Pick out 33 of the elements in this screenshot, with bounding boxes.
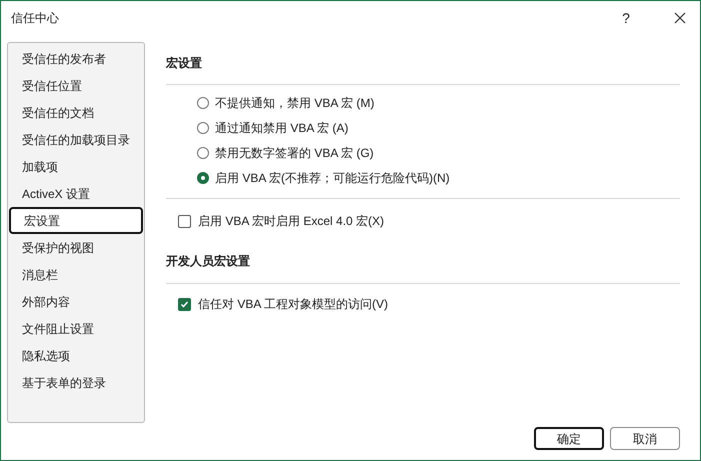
window-title: 信任中心	[11, 10, 60, 27]
sidebar-item[interactable]: 受信任的发布者	[9, 45, 143, 72]
help-button[interactable]: ?	[616, 8, 636, 28]
radio-label: 禁用无数字签署的 VBA 宏 (G)	[215, 145, 374, 162]
sidebar-item[interactable]: 外部内容	[9, 288, 143, 315]
sidebar-item[interactable]: 宏设置	[9, 207, 143, 234]
sidebar-item[interactable]: 隐私选项	[9, 342, 143, 369]
checkbox[interactable]	[178, 298, 191, 310]
checkbox-label: 启用 VBA 宏时启用 Excel 4.0 宏(X)	[198, 213, 384, 230]
radio-button[interactable]	[197, 147, 209, 159]
radio-button[interactable]	[197, 172, 209, 184]
section-heading: 宏设置	[166, 56, 202, 70]
sidebar-item[interactable]: 受信任位置	[9, 72, 143, 99]
close-icon[interactable]	[674, 12, 686, 24]
radio-label: 不提供通知，禁用 VBA 宏 (M)	[215, 95, 374, 112]
radio-button[interactable]	[197, 122, 209, 134]
sidebar-item[interactable]: ActiveX 设置	[9, 180, 143, 207]
sidebar-item[interactable]: 受保护的视图	[9, 234, 143, 261]
radio-label: 启用 VBA 宏(不推荐；可能运行危险代码)(N)	[215, 170, 450, 187]
radio-button[interactable]	[197, 97, 209, 109]
sidebar-item[interactable]: 受信任的文档	[9, 99, 143, 126]
dialog-button[interactable]: 取消	[610, 427, 680, 450]
checkbox-label: 信任对 VBA 工程对象模型的访问(V)	[198, 296, 388, 313]
dialog-button[interactable]: 确定	[534, 427, 604, 450]
sidebar-item[interactable]: 加载项	[9, 153, 143, 180]
sidebar-item[interactable]: 消息栏	[9, 261, 143, 288]
checkbox[interactable]	[178, 214, 191, 228]
sidebar-item[interactable]: 受信任的加载项目录	[9, 126, 143, 153]
check-icon	[180, 300, 189, 308]
section-heading: 开发人员宏设置	[166, 254, 250, 268]
sidebar-item[interactable]: 基于表单的登录	[9, 369, 143, 396]
sidebar-item[interactable]: 文件阻止设置	[9, 315, 143, 342]
radio-label: 通过通知禁用 VBA 宏 (A)	[215, 120, 348, 137]
